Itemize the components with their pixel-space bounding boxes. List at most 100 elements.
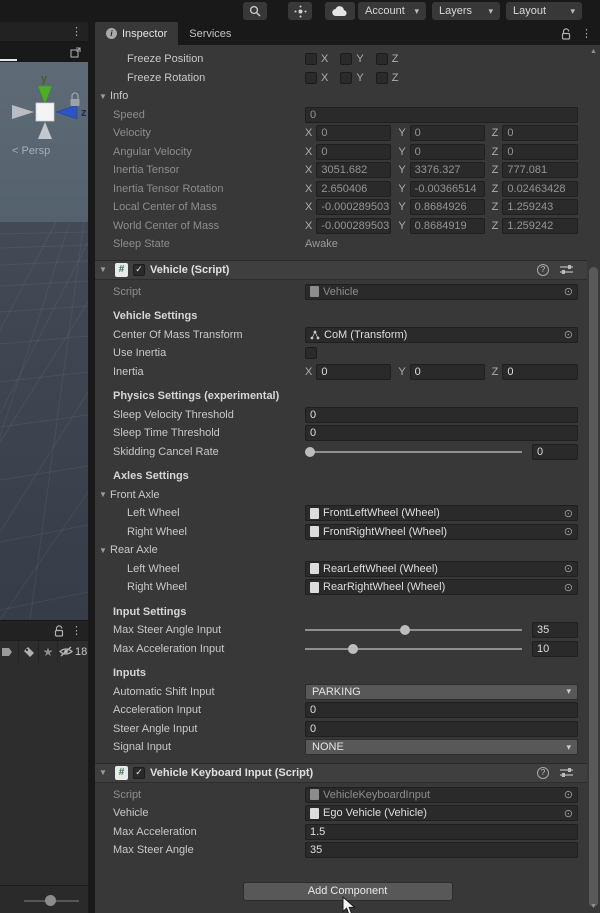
com-transform-object-field[interactable]: CoM (Transform) ⊙ bbox=[305, 326, 578, 343]
object-picker-icon[interactable]: ⊙ bbox=[564, 562, 573, 575]
local-com-y-field: 0.8684926 bbox=[409, 199, 485, 216]
layers-dropdown[interactable]: Layers ▾ bbox=[432, 2, 500, 20]
world-com-z-field: 1.259242 bbox=[502, 217, 578, 234]
panel-menu-icon[interactable]: ⋮ bbox=[71, 624, 82, 637]
csharp-script-icon: # bbox=[115, 262, 128, 277]
layout-label: Layout bbox=[513, 5, 547, 17]
steer-angle-input-field[interactable]: 0 bbox=[305, 720, 578, 737]
inspector-menu-icon[interactable]: ⋮ bbox=[581, 27, 592, 40]
help-icon[interactable]: ? bbox=[537, 766, 549, 779]
object-picker-icon[interactable]: ⊙ bbox=[564, 328, 573, 341]
inertia-y-field[interactable]: 0 bbox=[409, 363, 485, 380]
sleep-state-value: Awake bbox=[305, 238, 338, 251]
skidding-cancel-rate-field[interactable]: 0 bbox=[532, 443, 578, 460]
clipped-tool-icon[interactable] bbox=[0, 640, 20, 663]
rear-right-wheel-object-field[interactable]: RearRightWheel (Wheel) ⊙ bbox=[305, 579, 578, 596]
sleep-time-threshold-field[interactable]: 0 bbox=[305, 425, 578, 442]
foldout-arrow-icon[interactable]: ▼ bbox=[99, 768, 110, 777]
account-dropdown[interactable]: Account ▾ bbox=[358, 2, 426, 20]
automatic-shift-input-dropdown[interactable]: PARKING ▾ bbox=[305, 683, 578, 700]
front-right-wheel-object-field[interactable]: FrontRightWheel (Wheel) ⊙ bbox=[305, 523, 578, 540]
presets-icon[interactable] bbox=[560, 264, 573, 275]
front-left-wheel-row: Left Wheel FrontLeftWheel (Wheel) ⊙ bbox=[95, 504, 600, 523]
freeze-rotation-z-checkbox[interactable] bbox=[375, 71, 388, 84]
freeze-rotation-y-checkbox[interactable] bbox=[340, 71, 353, 84]
freeze-rotation-row: Freeze Rotation X Y Z bbox=[95, 69, 600, 88]
slider-handle[interactable] bbox=[348, 643, 359, 654]
component-title: Vehicle Keyboard Input (Script) bbox=[150, 766, 314, 779]
inspector-lock-icon[interactable] bbox=[560, 27, 571, 40]
freeze-position-z-checkbox[interactable] bbox=[375, 53, 388, 66]
panel-menu-icon[interactable]: ⋮ bbox=[71, 25, 82, 38]
tag-icon[interactable] bbox=[19, 640, 39, 663]
zoom-slider-handle[interactable] bbox=[45, 895, 56, 906]
slider-handle[interactable] bbox=[400, 625, 411, 636]
layout-dropdown[interactable]: Layout ▾ bbox=[506, 2, 582, 20]
angular-velocity-x-field: 0 bbox=[316, 143, 392, 160]
use-inertia-checkbox[interactable] bbox=[305, 347, 317, 360]
tab-inspector[interactable]: i Inspector bbox=[95, 22, 179, 45]
max-acceleration-input-slider[interactable] bbox=[305, 640, 522, 658]
rear-left-wheel-object-field[interactable]: RearLeftWheel (Wheel) ⊙ bbox=[305, 560, 578, 577]
freeze-rotation-x-checkbox[interactable] bbox=[305, 71, 317, 84]
vehicle-object-field[interactable]: Ego Vehicle (Vehicle) ⊙ bbox=[305, 805, 578, 822]
max-steer-angle-input-field[interactable]: 35 bbox=[532, 622, 578, 639]
inertia-z-field[interactable]: 0 bbox=[502, 363, 578, 380]
search-button[interactable] bbox=[243, 2, 267, 20]
front-left-wheel-object-field[interactable]: FrontLeftWheel (Wheel) ⊙ bbox=[305, 505, 578, 522]
tab-services[interactable]: Services bbox=[178, 22, 242, 45]
inertia-x-field[interactable]: 0 bbox=[316, 363, 392, 380]
scroll-down-icon[interactable]: ▼ bbox=[587, 903, 600, 910]
scroll-up-icon[interactable]: ▲ bbox=[587, 48, 600, 55]
rear-axle-foldout[interactable]: ▼ Rear Axle bbox=[95, 541, 600, 560]
info-foldout[interactable]: ▼ Info bbox=[95, 87, 600, 106]
scene-view[interactable]: y z < Persp bbox=[0, 62, 89, 621]
object-picker-icon[interactable]: ⊙ bbox=[564, 285, 573, 298]
object-picker-icon[interactable]: ⊙ bbox=[564, 807, 573, 820]
section-vehicle-settings: Vehicle Settings bbox=[113, 310, 198, 323]
object-picker-icon[interactable]: ⊙ bbox=[564, 788, 573, 801]
inertia-tensor-x-field: 3051.682 bbox=[316, 162, 392, 179]
gizmo-z-label: z bbox=[81, 107, 87, 119]
vehicle-component-enabled-checkbox[interactable]: ✓ bbox=[133, 263, 145, 276]
max-steer-angle-input-slider[interactable] bbox=[305, 621, 522, 639]
object-picker-icon[interactable]: ⊙ bbox=[564, 581, 573, 594]
keyboard-max-acceleration-row: Max Acceleration 1.5 bbox=[95, 823, 600, 842]
object-picker-icon[interactable]: ⊙ bbox=[564, 507, 573, 520]
unlock-icon[interactable] bbox=[53, 625, 64, 637]
panel-divider[interactable] bbox=[88, 22, 95, 913]
scene-panel-strip: ⋮ y z < Persp ⋮ ★ 18 bbox=[0, 22, 89, 913]
keyboard-max-steer-angle-field[interactable]: 35 bbox=[305, 842, 578, 859]
acceleration-input-field[interactable]: 0 bbox=[305, 702, 578, 719]
keyboard-component-header[interactable]: ▼ # ✓ Vehicle Keyboard Input (Script) ? … bbox=[95, 762, 600, 783]
keyboard-max-acceleration-field[interactable]: 1.5 bbox=[305, 823, 578, 840]
scrollbar-thumb[interactable] bbox=[589, 267, 598, 907]
gizmo-center-cube[interactable] bbox=[35, 102, 55, 122]
cloud-button[interactable] bbox=[325, 2, 355, 20]
maximize-icon[interactable] bbox=[70, 47, 81, 58]
signal-input-dropdown[interactable]: NONE ▾ bbox=[305, 739, 578, 756]
inspector-scrollbar[interactable]: ▲ ▼ bbox=[587, 45, 600, 913]
info-icon: i bbox=[106, 28, 117, 39]
freeze-position-x-checkbox[interactable] bbox=[305, 53, 317, 66]
vehicle-component-header[interactable]: ▼ # ✓ Vehicle (Script) ? ⋮ bbox=[95, 259, 600, 280]
max-acceleration-input-field[interactable]: 10 bbox=[532, 640, 578, 657]
persp-toggle[interactable]: < Persp bbox=[12, 145, 50, 157]
use-inertia-row: Use Inertia bbox=[95, 344, 600, 363]
keyboard-component-enabled-checkbox[interactable]: ✓ bbox=[133, 766, 145, 779]
scene-visibility-toggle[interactable]: 18 bbox=[58, 641, 88, 663]
help-icon[interactable]: ? bbox=[537, 263, 549, 276]
sleep-velocity-threshold-field[interactable]: 0 bbox=[305, 406, 578, 423]
object-picker-icon[interactable]: ⊙ bbox=[564, 525, 573, 538]
velocity-row: Velocity X0 Y0 Z0 bbox=[95, 124, 600, 143]
inertia-tensor-rotation-row: Inertia Tensor Rotation X 2.650406 Y -0.00… bbox=[95, 180, 600, 199]
freeze-position-y-checkbox[interactable] bbox=[340, 53, 353, 66]
skidding-cancel-rate-slider[interactable] bbox=[305, 443, 522, 461]
front-axle-foldout[interactable]: ▼ Front Axle bbox=[95, 486, 600, 505]
slider-handle[interactable] bbox=[305, 446, 315, 457]
automatic-shift-input-row: Automatic Shift Input PARKING ▾ bbox=[95, 683, 600, 702]
star-icon[interactable]: ★ bbox=[39, 640, 59, 663]
presets-icon[interactable] bbox=[560, 767, 573, 778]
foldout-arrow-icon[interactable]: ▼ bbox=[99, 265, 110, 274]
progress-button[interactable] bbox=[288, 2, 312, 20]
